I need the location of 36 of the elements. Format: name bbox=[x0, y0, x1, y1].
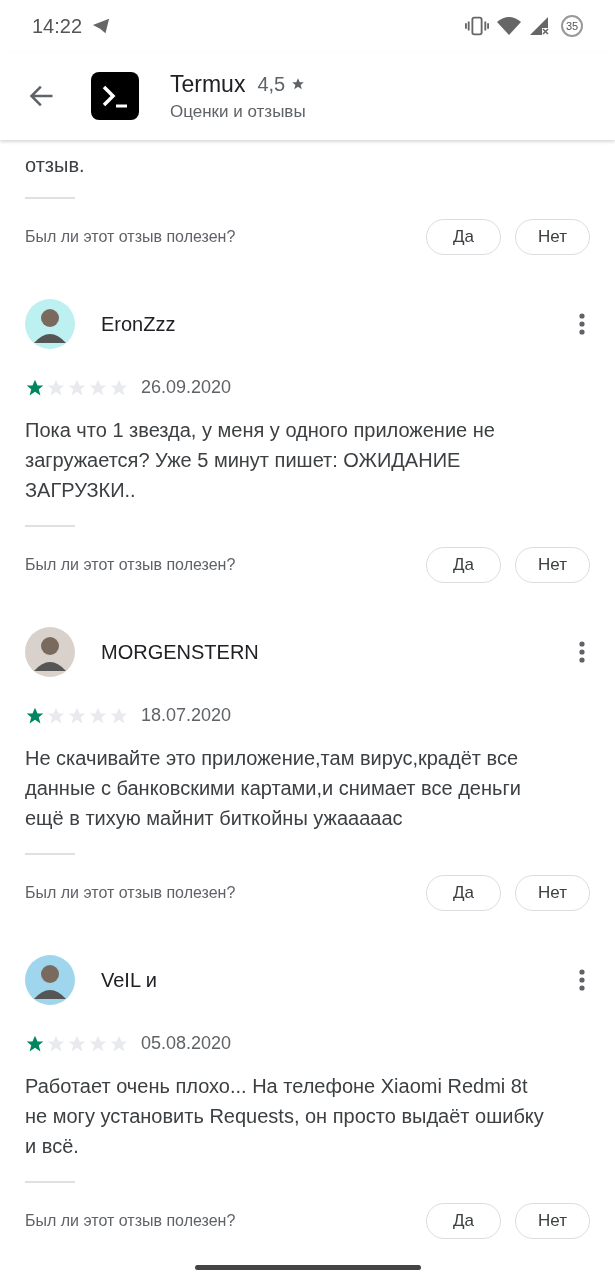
review-date: 18.07.2020 bbox=[141, 705, 232, 726]
helpful-question: Был ли этот отзыв полезен? bbox=[25, 228, 237, 246]
yes-button[interactable]: Да bbox=[426, 875, 501, 911]
yes-button[interactable]: Да bbox=[426, 1203, 501, 1239]
helpful-question: Был ли этот отзыв полезен? bbox=[25, 1212, 237, 1230]
helpful-question: Был ли этот отзыв полезен? bbox=[25, 884, 237, 902]
no-button[interactable]: Нет bbox=[515, 1203, 590, 1239]
helpful-question: Был ли этот отзыв полезен? bbox=[25, 556, 237, 574]
app-name: Termux bbox=[170, 70, 246, 98]
battery-indicator: 35 bbox=[561, 15, 583, 37]
star-icon bbox=[291, 77, 306, 91]
wifi-icon bbox=[497, 16, 521, 36]
send-icon bbox=[92, 17, 111, 35]
more-icon bbox=[579, 969, 585, 991]
reviewer-name: EronZzz bbox=[101, 312, 177, 336]
review-text: Не скачивайте это приложение,там вирус,крадёт все данные с банковскими картами,и снимает все деньги ещё в тихую майнит биткойны ужааааас bbox=[25, 746, 522, 831]
more-icon bbox=[579, 641, 585, 663]
review-date: 26.09.2020 bbox=[141, 377, 232, 398]
review-text: отзыв. bbox=[25, 153, 86, 178]
page-subtitle: Оценки и отзывы bbox=[170, 101, 306, 122]
review-text: Работает очень плохо... На телефоне Xiaomi Redmi 8t не могу установить Requests, он просто выдаёт ошибку и всё. bbox=[25, 1074, 545, 1159]
signal-icon bbox=[529, 16, 549, 36]
reviewer-name: MORGENSTERN bbox=[101, 640, 260, 664]
yes-button[interactable]: Да bbox=[426, 547, 501, 583]
review-text: Пока что 1 звезда, у меня у одного приложение не загружается? Уже 5 минут пишет: ОЖИДАНИЕ ЗАГРУЗКИ.. bbox=[25, 418, 496, 503]
no-button[interactable]: Нет bbox=[515, 547, 590, 583]
status-time: 14:22 bbox=[32, 14, 83, 38]
yes-button[interactable]: Да bbox=[426, 219, 501, 255]
terminal-app-icon bbox=[91, 72, 139, 120]
review-date: 05.08.2020 bbox=[141, 1033, 232, 1054]
no-button[interactable]: Нет bbox=[515, 219, 590, 255]
more-icon bbox=[579, 313, 585, 335]
vibrate-icon bbox=[465, 16, 489, 36]
reviewer-name: VeIL и bbox=[101, 968, 159, 992]
app-rating: 4,5 bbox=[257, 72, 286, 96]
no-button[interactable]: Нет bbox=[515, 875, 590, 911]
